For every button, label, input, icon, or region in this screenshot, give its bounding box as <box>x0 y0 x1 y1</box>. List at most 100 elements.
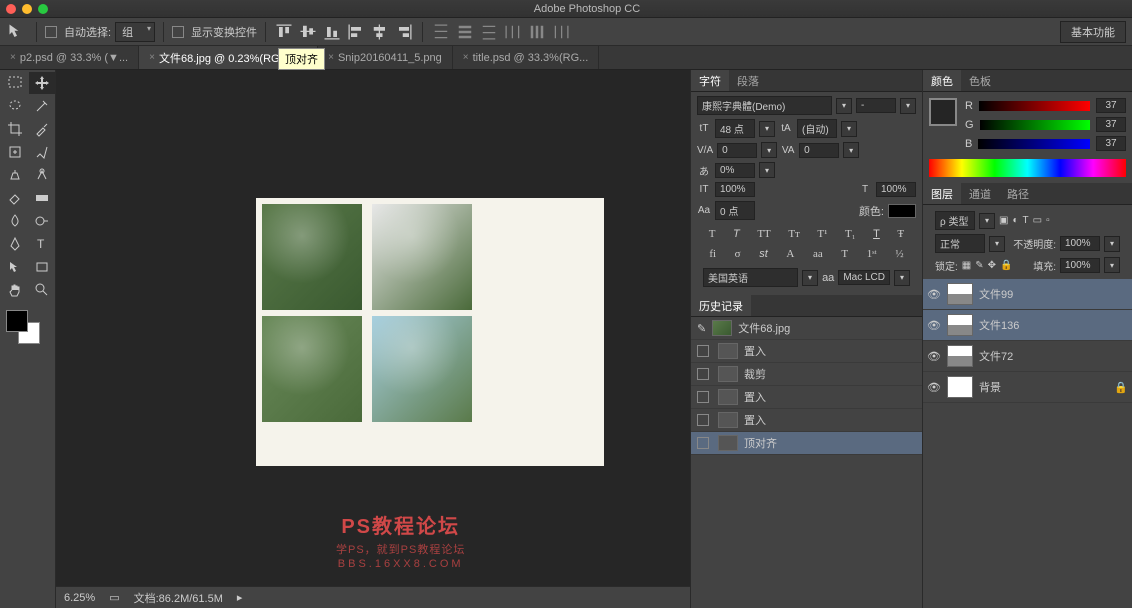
lock-move-icon[interactable]: ✥ <box>988 260 996 271</box>
shape-tool[interactable] <box>29 256 55 278</box>
document-size[interactable]: 文档:86.2M/61.5M <box>134 590 223 606</box>
distribute-hcenter-button[interactable] <box>527 22 547 42</box>
type-tool[interactable]: T <box>29 233 55 255</box>
layer-name[interactable]: 文件99 <box>979 286 1013 302</box>
lock-pixels-icon[interactable]: ▦ <box>962 260 971 271</box>
baseline[interactable]: 0 点 <box>715 201 755 220</box>
history-checkbox[interactable] <box>697 368 709 380</box>
leading[interactable]: (自动) <box>797 119 837 138</box>
fill-value[interactable]: 100% <box>1060 258 1100 273</box>
color-spectrum[interactable] <box>929 159 1126 177</box>
history-state[interactable]: 置入 <box>691 409 922 432</box>
r-slider[interactable] <box>979 101 1090 111</box>
blur-tool[interactable] <box>2 210 28 232</box>
b-slider[interactable] <box>978 139 1090 149</box>
align-vcenter-button[interactable] <box>298 22 318 42</box>
strikethrough-button[interactable]: Ŧ <box>897 228 904 240</box>
magic-wand-tool[interactable] <box>29 95 55 117</box>
ligature-button[interactable]: fi <box>709 248 716 260</box>
dropdown-icon[interactable]: ▾ <box>841 121 857 137</box>
healing-brush-tool[interactable] <box>2 141 28 163</box>
visibility-icon[interactable]: 👁 <box>927 381 941 393</box>
history-checkbox[interactable] <box>697 414 709 426</box>
language[interactable]: 美国英语 <box>703 268 798 287</box>
b-value[interactable]: 37 <box>1096 136 1126 151</box>
visibility-icon[interactable]: 👁 <box>927 288 941 300</box>
distribute-right-button[interactable] <box>551 22 571 42</box>
distribute-bottom-button[interactable] <box>479 22 499 42</box>
vscale[interactable]: 100% <box>715 182 755 197</box>
maximize-window[interactable] <box>38 4 48 14</box>
fraction-button[interactable]: T <box>841 248 848 260</box>
layer-item[interactable]: 👁 文件99 <box>923 279 1132 310</box>
superscript-button[interactable]: T¹ <box>817 228 827 240</box>
dropdown-icon[interactable]: ▾ <box>979 213 995 229</box>
close-icon[interactable]: × <box>328 52 334 63</box>
stylistic-button[interactable]: 1ˢᵗ <box>867 248 877 260</box>
dropdown-icon[interactable]: ▾ <box>759 121 775 137</box>
tab-character[interactable]: 字符 <box>691 70 729 91</box>
marquee-tool[interactable] <box>2 72 28 94</box>
document-tab[interactable]: ×Snip20160411_5.png <box>318 46 453 69</box>
filter-pixel-icon[interactable]: ▣ <box>999 215 1008 226</box>
align-right-button[interactable] <box>394 22 414 42</box>
font-style[interactable]: - <box>856 98 896 113</box>
titling-button[interactable]: A <box>786 248 794 260</box>
history-brush-tool[interactable] <box>29 164 55 186</box>
crop-tool[interactable] <box>2 118 28 140</box>
tracking[interactable]: 0 <box>799 143 839 158</box>
eyedropper-tool[interactable] <box>29 118 55 140</box>
document-canvas[interactable] <box>256 198 604 466</box>
history-state[interactable]: 裁剪 <box>691 363 922 386</box>
filter-adjust-icon[interactable]: ◐ <box>1012 215 1018 226</box>
history-state[interactable]: 置入 <box>691 386 922 409</box>
dropdown-icon[interactable]: ▾ <box>1104 257 1120 273</box>
filter-type-icon[interactable]: T <box>1023 215 1029 226</box>
history-state[interactable]: 置入 <box>691 340 922 363</box>
tab-layers[interactable]: 图层 <box>923 183 961 204</box>
text-color-swatch[interactable] <box>888 204 916 218</box>
ordinal-button[interactable]: aa <box>813 248 823 260</box>
distribute-vcenter-button[interactable] <box>455 22 475 42</box>
tab-paths[interactable]: 路径 <box>999 183 1037 204</box>
document-tab[interactable]: ×title.psd @ 33.3%(RG... <box>453 46 600 69</box>
slashed-zero-button[interactable]: ½ <box>895 248 903 260</box>
workspace-switcher[interactable]: 基本功能 <box>1060 21 1126 43</box>
chevron-right-icon[interactable]: ▸ <box>237 591 243 604</box>
g-slider[interactable] <box>980 120 1090 130</box>
gradient-tool[interactable] <box>29 187 55 209</box>
layer-name[interactable]: 背景 <box>979 379 1001 395</box>
zoom-tool[interactable] <box>29 279 55 301</box>
history-snapshot[interactable]: ✎ 文件68.jpg <box>691 317 922 340</box>
history-checkbox[interactable] <box>697 345 709 357</box>
close-icon[interactable]: × <box>463 52 469 63</box>
visibility-icon[interactable]: 👁 <box>927 319 941 331</box>
align-left-button[interactable] <box>346 22 366 42</box>
dropdown-icon[interactable]: ▾ <box>894 270 910 286</box>
bold-button[interactable]: T <box>709 228 716 240</box>
dropdown-icon[interactable]: ▾ <box>900 98 916 114</box>
tab-swatches[interactable]: 色板 <box>961 70 999 91</box>
filter-smart-icon[interactable]: ▫ <box>1046 215 1050 226</box>
history-checkbox[interactable] <box>697 437 709 449</box>
kerning[interactable]: 0 <box>717 143 757 158</box>
layer-item[interactable]: 👁 文件72 <box>923 341 1132 372</box>
close-window[interactable] <box>6 4 16 14</box>
lasso-tool[interactable] <box>2 95 28 117</box>
color-preview[interactable] <box>929 98 957 126</box>
tab-paragraph[interactable]: 段落 <box>729 70 767 91</box>
dropdown-icon[interactable]: ▾ <box>989 236 1005 252</box>
document-tab[interactable]: ×p2.psd @ 33.3% (▼... <box>0 46 139 69</box>
tab-color[interactable]: 颜色 <box>923 70 961 91</box>
italic-button[interactable]: T <box>733 228 740 240</box>
auto-select-checkbox[interactable] <box>45 26 57 38</box>
clone-stamp-tool[interactable] <box>2 164 28 186</box>
blend-mode[interactable]: 正常 <box>935 234 985 253</box>
move-tool[interactable] <box>29 72 55 94</box>
move-tool-icon[interactable] <box>6 21 28 43</box>
pen-tool[interactable] <box>2 233 28 255</box>
filter-shape-icon[interactable]: ▭ <box>1033 215 1042 226</box>
font-family[interactable]: 康熙字典體(Demo) <box>697 96 832 115</box>
dropdown-icon[interactable]: ▾ <box>836 98 852 114</box>
canvas-area[interactable]: PS教程论坛 学PS，就到PS教程论坛 BBS.16XX8.COM 6.25% … <box>56 70 690 608</box>
